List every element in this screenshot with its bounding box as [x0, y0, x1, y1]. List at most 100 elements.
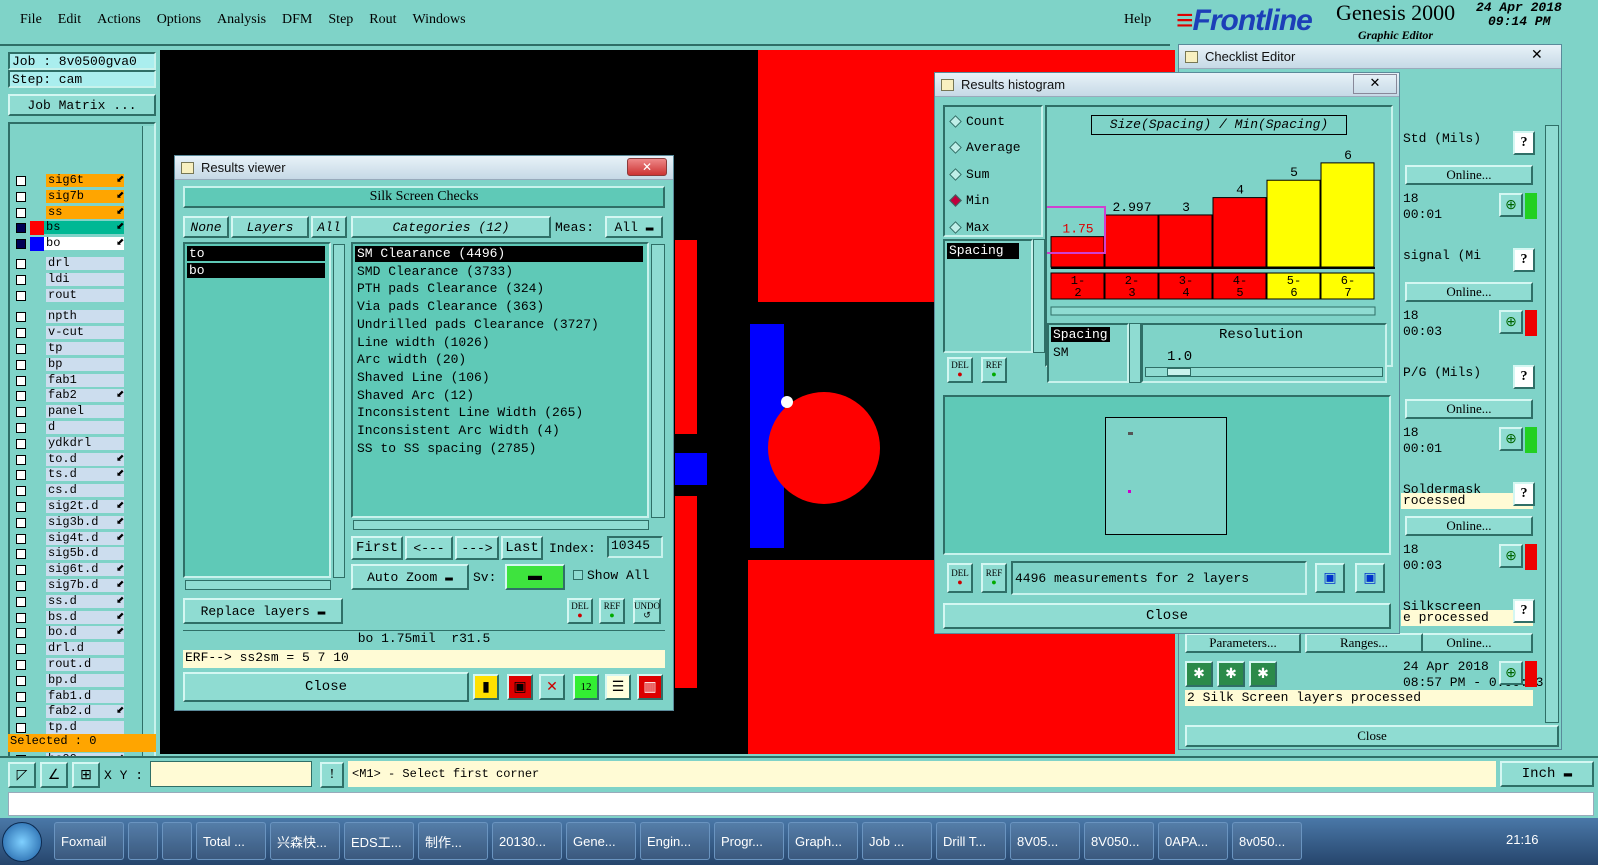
layer-name[interactable]: ydkdrl — [46, 436, 124, 450]
hist-export-icon-1[interactable]: ▣ — [1315, 563, 1345, 593]
layers-button[interactable]: Layers — [231, 216, 309, 238]
categories-button[interactable]: Categories (12) — [351, 216, 551, 238]
layer-checkbox[interactable] — [16, 517, 26, 528]
xy-input[interactable] — [150, 761, 312, 787]
hist-del-button-2[interactable]: DEL ● — [947, 563, 973, 593]
ranges-button[interactable]: Ranges... — [1305, 633, 1423, 653]
menu-windows[interactable]: Windows — [413, 12, 466, 28]
tool-icon-5[interactable]: ☰ — [605, 674, 631, 700]
layer-row[interactable]: ldi — [0, 272, 140, 287]
menu-options[interactable]: Options — [157, 12, 201, 28]
layer-name[interactable]: bs.d — [46, 610, 124, 624]
layer-list-item[interactable]: to — [187, 246, 325, 261]
layer-row[interactable]: bp — [0, 357, 140, 372]
layer-checkbox[interactable] — [16, 533, 26, 544]
mode-option[interactable]: Count — [949, 111, 1005, 131]
zoom-icon[interactable]: ⊕ — [1499, 193, 1523, 217]
show-all-checkbox[interactable] — [573, 570, 583, 580]
none-button[interactable]: None — [183, 216, 229, 238]
job-matrix-button[interactable]: Job Matrix ... — [8, 94, 156, 116]
menu-help[interactable]: Help — [1124, 12, 1151, 28]
zoom-icon[interactable]: ⊕ — [1499, 661, 1523, 685]
layer-row[interactable]: fab1.d — [0, 689, 140, 704]
layer-checkbox[interactable] — [16, 470, 26, 481]
taskbar-item[interactable]: Total ... — [196, 822, 266, 860]
online-button[interactable]: Online... — [1405, 282, 1533, 302]
layer-name[interactable]: drl — [46, 257, 124, 270]
taskbar-item[interactable] — [128, 822, 158, 860]
tool-icon-2[interactable]: ▣ — [507, 674, 533, 700]
sm-item[interactable]: SM — [1053, 345, 1069, 360]
layer-name[interactable]: d — [46, 421, 124, 434]
menu-dfm[interactable]: DFM — [282, 12, 312, 28]
layer-row[interactable]: tp — [0, 342, 140, 356]
replace-layers-select[interactable]: Replace layers ▬ — [183, 598, 343, 624]
layer-checkbox[interactable] — [16, 581, 26, 591]
category-item[interactable]: SS to SS spacing (2785) — [355, 441, 643, 457]
hist-close-button[interactable]: Close — [943, 603, 1391, 629]
layer-name[interactable]: ts.d — [46, 468, 124, 482]
mode-option[interactable]: Sum — [949, 164, 989, 184]
layer-row[interactable]: bo ⬋ — [0, 237, 140, 252]
checklist-scrollbar[interactable] — [1545, 125, 1559, 723]
layer-row[interactable]: bs ⬋ — [0, 221, 140, 236]
taskbar-item[interactable]: Drill T... — [936, 822, 1006, 860]
layer-row[interactable]: panel — [0, 405, 140, 419]
histogram-titlebar[interactable]: Results histogram — [935, 73, 1399, 97]
layer-row[interactable]: d — [0, 421, 140, 435]
category-item[interactable]: Shaved Line (106) — [355, 370, 643, 386]
layer-checkbox[interactable] — [16, 438, 26, 449]
layer-row[interactable]: ydkdrl — [0, 436, 140, 451]
hist-ref-button-2[interactable]: REF ● — [981, 563, 1007, 593]
close-icon[interactable]: ✕ — [1353, 74, 1397, 94]
layer-name[interactable]: bo.d — [46, 626, 124, 640]
layer-name[interactable]: bp.d — [46, 673, 124, 687]
layer-name[interactable]: bs — [44, 221, 124, 235]
layer-checkbox[interactable] — [16, 644, 26, 655]
layer-checkbox[interactable] — [16, 549, 26, 560]
category-item[interactable]: Undrilled pads Clearance (3727) — [355, 317, 643, 333]
results-viewer-titlebar[interactable]: Results viewer — [175, 156, 673, 180]
layer-checkbox[interactable] — [16, 596, 26, 607]
spacing-scrollbar[interactable] — [1129, 323, 1141, 383]
layer-checkbox[interactable] — [16, 502, 26, 512]
menu-rout[interactable]: Rout — [369, 12, 396, 28]
layer-checkbox[interactable] — [16, 239, 26, 250]
layer-row[interactable]: bp.d — [0, 673, 140, 688]
layer-checkbox[interactable] — [16, 328, 26, 339]
menu-file[interactable]: File — [20, 12, 42, 28]
zoom-icon[interactable]: ⊕ — [1499, 544, 1523, 568]
spacing-item[interactable]: Spacing — [1051, 327, 1110, 342]
layer-checkbox[interactable] — [16, 723, 26, 734]
layer-checkbox[interactable] — [16, 344, 26, 354]
grid-tool-icon[interactable]: ⊞ — [72, 762, 100, 788]
layer-list-hscroll[interactable] — [185, 580, 331, 590]
ref-button[interactable]: REF ● — [599, 598, 625, 624]
resolution-slider-thumb[interactable] — [1167, 368, 1191, 376]
layer-row[interactable]: sig7b.d ⬋ — [0, 579, 140, 593]
meas-select[interactable]: All ▬ — [605, 216, 663, 238]
layer-name[interactable]: panel — [46, 405, 124, 419]
layer-checkbox[interactable] — [16, 565, 26, 576]
layer-row[interactable]: fab1 — [0, 373, 140, 388]
layer-row[interactable]: bs.d ⬋ — [0, 610, 140, 625]
taskbar-item[interactable]: Graph... — [788, 822, 858, 860]
undo-button[interactable]: UNDO ↺ — [633, 598, 661, 624]
all-button[interactable]: All — [311, 216, 347, 238]
measure-tool-icon[interactable]: ∠ — [40, 762, 68, 788]
layer-row[interactable]: sig5b.d — [0, 547, 140, 561]
layer-checkbox[interactable] — [16, 660, 26, 670]
layer-name[interactable]: rout — [46, 288, 124, 302]
layer-name[interactable]: to.d — [46, 452, 124, 466]
mode-option[interactable]: Min — [949, 191, 989, 211]
sv-select[interactable]: ▬ — [505, 564, 565, 590]
zoom-icon[interactable]: ⊕ — [1499, 310, 1523, 334]
layer-scrollbar[interactable] — [142, 126, 154, 776]
layer-name[interactable]: sig3b.d — [46, 515, 124, 529]
layer-checkbox[interactable] — [16, 176, 26, 186]
category-item[interactable]: Shaved Arc (12) — [355, 388, 643, 404]
taskbar-item[interactable]: Engin... — [640, 822, 710, 860]
del-button[interactable]: DEL ● — [567, 598, 593, 624]
category-item[interactable]: SM Clearance (4496) — [355, 246, 643, 262]
layer-row[interactable]: npth — [0, 310, 140, 324]
